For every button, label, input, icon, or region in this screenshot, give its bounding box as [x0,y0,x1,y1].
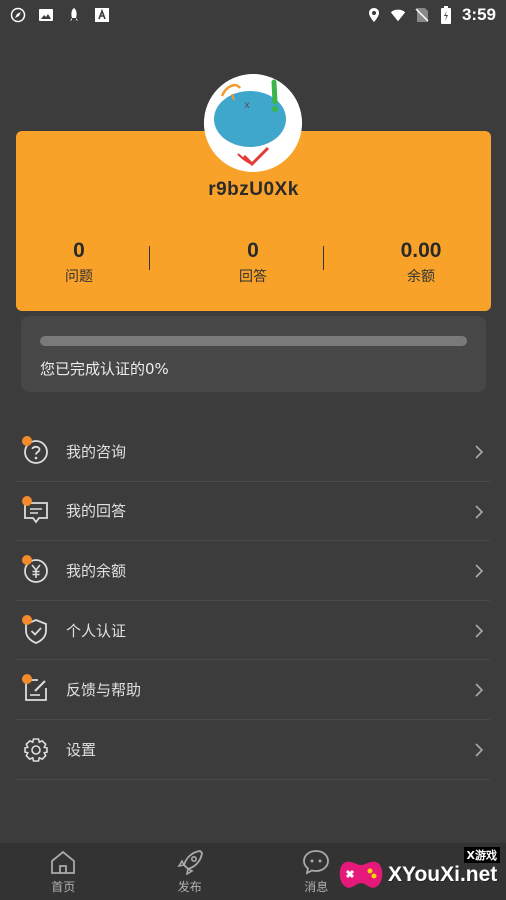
divider [323,246,324,270]
stat-answers[interactable]: 0 回答 [198,239,308,286]
stat-value: 0 [73,239,85,262]
notification-dot [22,495,32,506]
chevron-right-icon [474,563,484,579]
menu-list: 我的咨询 我的回答 我的余额 个人认证 反馈与帮助 设置 [16,422,490,780]
watermark: X游戏 XYouXi.net [336,843,506,900]
watermark-logo-icon [339,861,383,888]
nav-label: 首页 [51,879,76,894]
rocket-icon [66,7,82,23]
stat-value: 0 [247,239,259,262]
a-icon [94,7,110,23]
watermark-text: XYouXi.net [388,863,498,886]
stat-label: 余额 [407,269,435,285]
menu-label: 我的咨询 [66,442,127,461]
home-icon [49,849,77,875]
stat-balance[interactable]: 0.00 余额 [366,239,476,286]
notification-dot [22,436,32,446]
certification-text: 您已完成认证的0% [40,360,169,378]
battery-icon [438,6,454,24]
location-icon [366,7,382,23]
certification-card[interactable]: 您已完成认证的0% [21,316,486,392]
chat-icon [302,849,330,875]
gear-icon [22,736,50,764]
certification-progress-bar [40,336,467,346]
avatar[interactable]: x [204,74,302,172]
sim-icon [414,7,430,23]
nav-publish[interactable]: 发布 [127,843,254,900]
image-icon [38,7,54,23]
nav-label: 消息 [304,879,329,894]
menu-label: 我的回答 [66,502,127,521]
stat-questions[interactable]: 0 问题 [24,239,134,286]
compass-icon [10,7,26,23]
menu-item-feedback[interactable]: 反馈与帮助 [16,660,490,720]
chevron-right-icon [474,742,484,758]
svg-text:x: x [244,100,250,111]
menu-item-certification[interactable]: 个人认证 [16,601,490,661]
watermark-top-text: X游戏 [463,847,500,863]
menu-label: 我的余额 [66,561,127,580]
stat-label: 问题 [65,269,93,285]
notification-dot [22,614,32,625]
divider [149,246,150,270]
menu-item-balance[interactable]: 我的余额 [16,541,490,601]
menu-label: 反馈与帮助 [66,681,142,700]
status-bar: 3:59 [0,0,506,30]
chevron-right-icon [474,623,484,639]
chevron-right-icon [474,682,484,698]
nav-home[interactable]: 首页 [0,843,127,900]
wifi-icon [390,7,406,23]
menu-item-settings[interactable]: 设置 [16,720,490,780]
nav-label: 发布 [177,879,202,894]
menu-label: 设置 [66,740,97,759]
chevron-right-icon [474,444,484,460]
rocket-icon [176,849,204,876]
stat-label: 回答 [239,269,267,285]
menu-label: 个人认证 [66,621,127,640]
status-time: 3:59 [461,5,496,24]
stats-row: 0 问题 0 回答 0.00 余额 [16,239,491,289]
avatar-image: x [204,74,302,172]
menu-item-consultations[interactable]: 我的咨询 [16,422,490,482]
chevron-right-icon [474,504,484,520]
stat-value: 0.00 [400,239,442,262]
username: r9bzU0Xk [208,179,299,200]
menu-item-answers[interactable]: 我的回答 [16,482,490,542]
